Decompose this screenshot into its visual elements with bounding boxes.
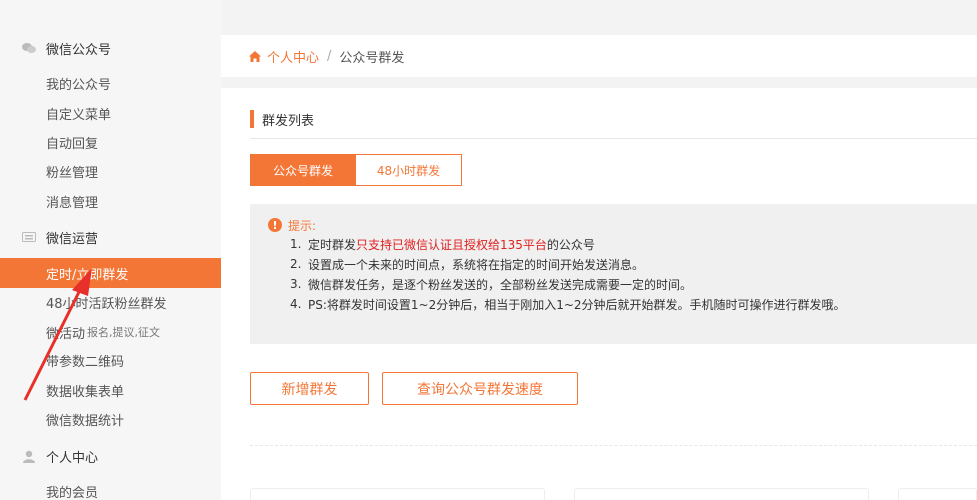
sidebar-item-qrcode[interactable]: 带参数二维码	[0, 346, 221, 374]
tab-official-broadcast[interactable]: 公众号群发	[250, 154, 356, 186]
tip-text: 定时群发	[308, 237, 357, 252]
breadcrumb-separator: /	[327, 48, 332, 64]
sidebar-item-fans[interactable]: 粉丝管理	[0, 157, 221, 185]
tips-heading: ! 提示:	[268, 216, 977, 234]
sidebar-item-messages[interactable]: 消息管理	[0, 187, 221, 215]
sidebar-group-label: 微信运营	[46, 231, 99, 247]
tab-48h-broadcast[interactable]: 48小时群发	[356, 154, 462, 186]
tip-number: 1.	[290, 237, 302, 251]
sidebar-group-personal[interactable]: 个人中心	[22, 446, 98, 466]
sidebar-item-micro-activity[interactable]: 微活动 报名,提议,征文	[0, 318, 221, 346]
section-title-label: 群发列表	[262, 113, 315, 129]
exclamation-icon: !	[268, 218, 282, 232]
breadcrumb-home[interactable]: 个人中心	[249, 47, 319, 66]
add-broadcast-button[interactable]: 新增群发	[250, 372, 369, 405]
tip-text: 的公众号	[546, 237, 595, 252]
sidebar-item-auto-reply[interactable]: 自动回复	[0, 128, 221, 156]
tip-highlight: 只支持已微信认证且授权给135平台	[356, 237, 547, 252]
breadcrumb: 个人中心 / 公众号群发	[221, 35, 977, 77]
user-icon	[22, 449, 36, 463]
section-title: 群发列表	[250, 110, 315, 129]
sidebar-item-my-members[interactable]: 我的会员	[0, 477, 221, 500]
home-icon	[249, 50, 261, 62]
sidebar-item-stats[interactable]: 微信数据统计	[0, 405, 221, 433]
content-panel: 群发列表 公众号群发 48小时群发 ! 提示: 1. 定时群发 只支持已微信认证且…	[221, 88, 977, 500]
tip-line-4: 4. PS:将群发时间设置1~2分钟后，相当于刚加入1~2分钟后就开始群发。手机…	[268, 294, 977, 314]
sidebar-item-scheduled-broadcast[interactable]: 定时/立即群发	[0, 258, 221, 288]
sidebar-group-label: 微信公众号	[46, 42, 112, 58]
sidebar-item-forms[interactable]: 数据收集表单	[0, 376, 221, 404]
tip-text: PS:将群发时间设置1~2分钟后，相当于刚加入1~2分钟后就开始群发。手机随时可…	[308, 297, 846, 312]
broadcast-card[interactable]	[898, 488, 977, 500]
sidebar: 微信公众号 我的公众号 自定义菜单 自动回复 粉丝管理 消息管理 微信运营 定时…	[0, 0, 221, 500]
tip-text: 设置成一个未来的时间点，系统将在指定的时间开始发送消息。	[308, 257, 645, 272]
sidebar-item-my-accounts[interactable]: 我的公众号	[0, 69, 221, 97]
tab-bar: 公众号群发 48小时群发	[250, 154, 462, 186]
section-title-bar	[250, 110, 254, 128]
broadcast-card[interactable]	[250, 488, 545, 500]
sidebar-group-label: 个人中心	[46, 450, 99, 466]
main-content: 个人中心 / 公众号群发 群发列表 公众号群发 48小时群发 ! 提示: 1. …	[221, 0, 977, 500]
divider	[250, 138, 977, 139]
sidebar-item-sublabel: 报名,提议,征文	[87, 326, 161, 339]
tip-number: 3.	[290, 277, 302, 291]
tip-line-1: 1. 定时群发 只支持已微信认证且授权给135平台 的公众号	[268, 234, 977, 254]
keyboard-icon	[22, 230, 36, 244]
query-speed-button[interactable]: 查询公众号群发速度	[382, 372, 578, 405]
sidebar-item-label: 微活动	[46, 326, 86, 342]
sidebar-group-wechat[interactable]: 微信公众号	[22, 38, 111, 58]
tips-heading-label: 提示:	[288, 218, 317, 233]
tip-number: 4.	[290, 297, 302, 311]
dashed-divider	[250, 445, 977, 446]
tip-number: 2.	[290, 257, 302, 271]
tip-line-2: 2. 设置成一个未来的时间点，系统将在指定的时间开始发送消息。	[268, 254, 977, 274]
sidebar-group-operations[interactable]: 微信运营	[22, 227, 98, 247]
wechat-icon	[22, 41, 36, 55]
sidebar-item-48h-broadcast[interactable]: 48小时活跃粉丝群发	[0, 288, 221, 316]
tip-text: 微信群发任务，是逐个粉丝发送的，全部粉丝发送完成需要一定的时间。	[308, 277, 693, 292]
sidebar-item-custom-menu[interactable]: 自定义菜单	[0, 99, 221, 127]
broadcast-card[interactable]	[574, 488, 869, 500]
breadcrumb-current: 公众号群发	[339, 50, 405, 66]
breadcrumb-home-label: 个人中心	[267, 50, 320, 66]
tips-box: ! 提示: 1. 定时群发 只支持已微信认证且授权给135平台 的公众号 2. 设置…	[250, 204, 977, 344]
tip-line-3: 3. 微信群发任务，是逐个粉丝发送的，全部粉丝发送完成需要一定的时间。	[268, 274, 977, 294]
